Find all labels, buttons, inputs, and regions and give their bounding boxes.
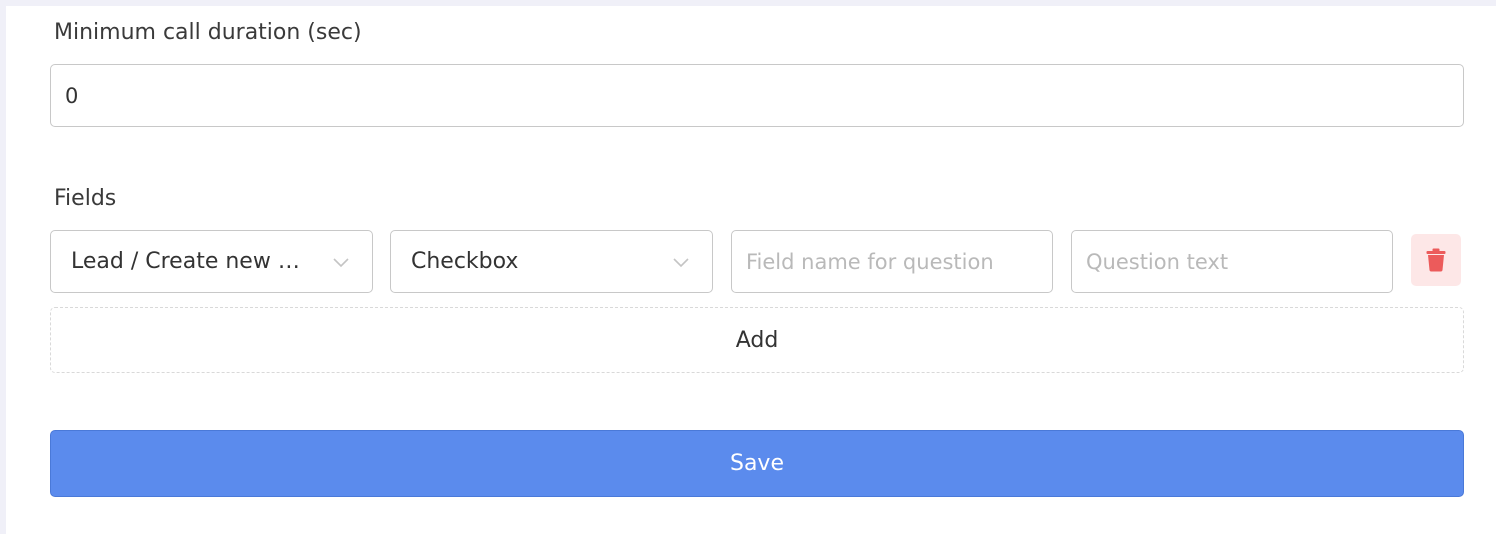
add-field-button[interactable]: Add (50, 307, 1464, 373)
field-type-select-value: Checkbox (411, 249, 519, 274)
question-text-input[interactable] (1071, 230, 1393, 293)
chevron-down-icon (333, 258, 349, 268)
trash-icon (1426, 248, 1446, 272)
delete-field-button[interactable] (1411, 234, 1461, 286)
field-target-select-value: Lead / Create new fi... (71, 249, 311, 274)
min-duration-input[interactable] (50, 64, 1464, 127)
field-type-select[interactable]: Checkbox (390, 230, 713, 293)
field-target-select[interactable]: Lead / Create new fi... (50, 230, 373, 293)
min-duration-label: Minimum call duration (sec) (54, 20, 362, 45)
field-name-input[interactable] (731, 230, 1053, 293)
settings-panel: Minimum call duration (sec) Fields Lead … (6, 6, 1496, 534)
fields-label: Fields (54, 186, 117, 211)
chevron-down-icon (673, 258, 689, 268)
save-button[interactable]: Save (50, 430, 1464, 497)
